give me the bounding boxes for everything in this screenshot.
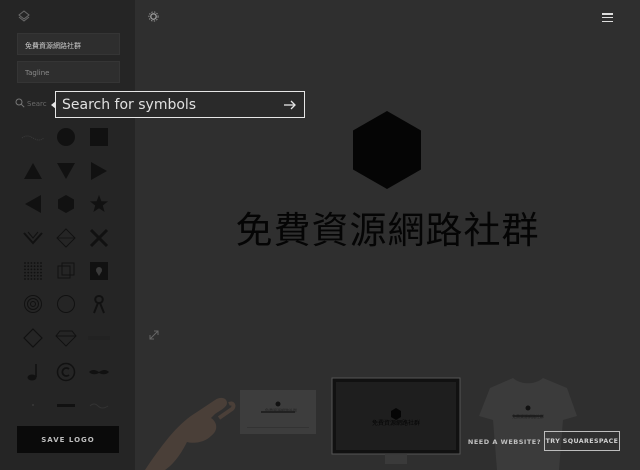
dot: [40, 265, 42, 268]
diamond-outline-icon[interactable]: [51, 223, 81, 253]
sidebar: 免費資源網路社群 Tagline Searc SAVE LOGO: [0, 0, 135, 470]
dot: [36, 268, 39, 271]
script-text-icon[interactable]: [84, 390, 114, 420]
gem-icon[interactable]: [51, 323, 81, 353]
dot: [36, 265, 39, 268]
dot: [27, 262, 30, 264]
logo-hexagon-symbol: [353, 111, 421, 189]
x-icon[interactable]: [84, 223, 114, 253]
dot: [30, 278, 33, 280]
dot: [30, 262, 33, 264]
dot: [33, 278, 36, 280]
rings-icon[interactable]: [18, 289, 48, 319]
triangle-down-icon[interactable]: [51, 156, 81, 186]
symbol-search-input[interactable]: [56, 92, 276, 117]
dot: [33, 262, 36, 264]
logo-mark-icon[interactable]: [18, 10, 30, 22]
try-squarespace-button[interactable]: TRY SQUARESPACE: [544, 431, 620, 451]
logo-company-name: 免費資源網路社群: [235, 209, 540, 252]
triangle-left-icon[interactable]: [18, 189, 48, 219]
symbol-search-box: [51, 91, 305, 118]
dot: [33, 265, 36, 268]
triangle-right-icon[interactable]: [84, 156, 114, 186]
dot: [40, 268, 42, 271]
dot-grid-icon[interactable]: [18, 256, 48, 286]
search-caret-pointer: [51, 101, 56, 109]
dot: [36, 271, 39, 274]
dot: [30, 271, 33, 274]
dot: [24, 265, 26, 268]
crown-text-icon[interactable]: [51, 390, 81, 420]
dot: [40, 262, 42, 264]
dot: [40, 271, 42, 274]
hexagon-icon[interactable]: [51, 189, 81, 219]
save-logo-button[interactable]: SAVE LOGO: [17, 426, 119, 453]
search-submit-button[interactable]: [276, 92, 304, 117]
map-pin-icon[interactable]: [84, 256, 114, 286]
hand-business-card-mockup: [145, 390, 316, 470]
dot: [24, 271, 26, 274]
triangle-up-icon[interactable]: [18, 156, 48, 186]
dot: [27, 268, 30, 271]
dot: [24, 268, 26, 271]
gear-icon[interactable]: [148, 11, 159, 22]
dot: [27, 271, 30, 274]
text-badge-icon[interactable]: [84, 323, 114, 353]
dot: [36, 274, 39, 277]
dot: [40, 274, 42, 277]
dot: [27, 265, 30, 268]
dot: [27, 278, 30, 280]
square-icon[interactable]: [84, 122, 114, 152]
dot: [27, 274, 30, 277]
mustache-icon[interactable]: [84, 357, 114, 387]
symbol-search-label: Searc: [27, 100, 47, 108]
hamburger-menu-icon[interactable]: [602, 13, 613, 23]
ribbon-icon[interactable]: [84, 289, 114, 319]
dot: [30, 274, 33, 277]
circle-outline-icon[interactable]: [51, 289, 81, 319]
search-icon: [15, 98, 25, 108]
need-website-text: NEED A WEBSITE?: [467, 438, 541, 446]
music-note-icon[interactable]: [18, 357, 48, 387]
dots-icon[interactable]: [18, 390, 48, 420]
business-card-text: 免費資源網路社群: [265, 408, 297, 413]
copyright-icon[interactable]: [51, 357, 81, 387]
dot: [30, 268, 33, 271]
dot: [33, 274, 36, 277]
diamond-line-icon[interactable]: [18, 323, 48, 353]
cube-icon[interactable]: [51, 256, 81, 286]
dot: [24, 278, 26, 280]
tshirt-logo-text: 免費資源網路社群: [512, 414, 544, 419]
star-icon[interactable]: [84, 189, 114, 219]
dot: [33, 268, 36, 271]
circle-icon[interactable]: [51, 122, 81, 152]
tagline-field[interactable]: Tagline: [17, 61, 120, 83]
arrow-right-icon: [284, 100, 296, 109]
wave-dots-icon[interactable]: [18, 122, 48, 152]
chevron-leaves-icon[interactable]: [18, 223, 48, 253]
tshirt-mockup: [479, 378, 577, 470]
expand-icon[interactable]: [149, 330, 159, 340]
logo-preview-area: 免費資源網路社群 免費資源網路社群 免費資源網路社群 免費資源網路社群 NEED: [135, 0, 640, 470]
dot: [40, 278, 42, 280]
dot: [30, 265, 33, 268]
dot: [24, 274, 26, 277]
dot: [24, 262, 26, 264]
company-name-field[interactable]: 免費資源網路社群: [17, 33, 120, 55]
dot: [33, 271, 36, 274]
dot: [36, 262, 39, 264]
monitor-logo-text: 免費資源網路社群: [371, 420, 420, 427]
dot: [36, 278, 39, 280]
